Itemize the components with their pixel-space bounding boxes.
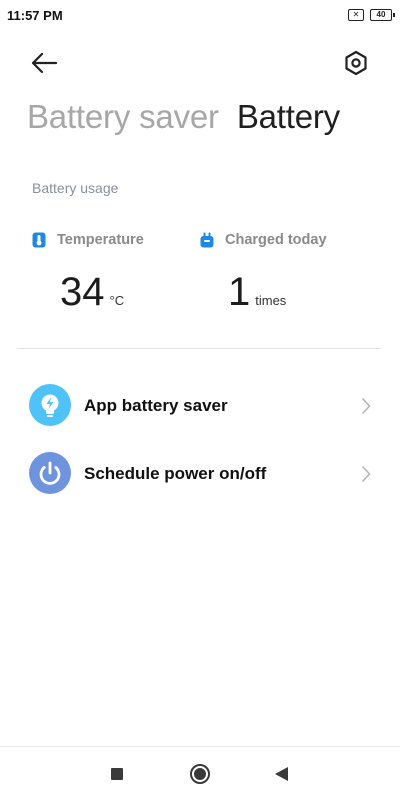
nav-back-button[interactable] (268, 761, 294, 787)
temperature-value-row: 34 °C (60, 270, 124, 315)
schedule-power-label: Schedule power on/off (84, 464, 267, 483)
temperature-unit: °C (109, 293, 125, 308)
temperature-header: Temperature (32, 232, 144, 248)
charged-today-value-row: 1 times (228, 270, 286, 315)
settings-button[interactable] (341, 48, 371, 78)
back-arrow-icon (31, 52, 58, 74)
section-divider (17, 348, 381, 349)
charged-today-title: Charged today (225, 232, 327, 248)
status-icons: ✕ 40 (348, 9, 395, 21)
app-battery-saver-label: App battery saver (84, 396, 228, 415)
gear-icon (345, 50, 367, 76)
lightning-bulb-icon (29, 384, 71, 426)
thermometer-icon (32, 232, 46, 248)
triangle-back-icon (275, 767, 288, 781)
back-button[interactable] (28, 48, 60, 78)
plug-icon (200, 232, 214, 248)
circle-icon (190, 764, 210, 784)
temperature-value: 34 (60, 270, 105, 314)
square-icon (111, 768, 123, 780)
status-time: 11:57 PM (7, 8, 63, 23)
status-bar: 11:57 PM ✕ 40 (0, 0, 400, 30)
charged-today-stat: Charged today 1 times (200, 232, 327, 314)
navigation-bar (0, 746, 400, 800)
tab-battery[interactable]: Battery (237, 98, 340, 136)
no-sim-icon: ✕ (348, 9, 364, 21)
charged-today-header: Charged today (200, 232, 327, 248)
chevron-right-icon (362, 398, 371, 414)
temperature-stat: Temperature 34 °C (32, 232, 144, 314)
charged-today-unit: times (255, 293, 287, 308)
app-battery-saver-item[interactable]: App battery saver (0, 378, 400, 434)
battery-screen: 11:57 PM ✕ 40 Battery saver Battery Batt… (0, 0, 400, 800)
power-icon (29, 452, 71, 494)
battery-status-icon: 40 (370, 9, 395, 21)
charged-today-value: 1 (228, 270, 251, 314)
temperature-title: Temperature (57, 232, 144, 248)
tab-bar: Battery saver Battery (27, 98, 340, 136)
home-button[interactable] (187, 761, 213, 787)
recents-button[interactable] (104, 761, 130, 787)
tab-battery-saver[interactable]: Battery saver (27, 98, 219, 136)
chevron-right-icon (362, 466, 371, 482)
schedule-power-item[interactable]: Schedule power on/off (0, 446, 400, 502)
battery-usage-label: Battery usage (32, 180, 119, 196)
